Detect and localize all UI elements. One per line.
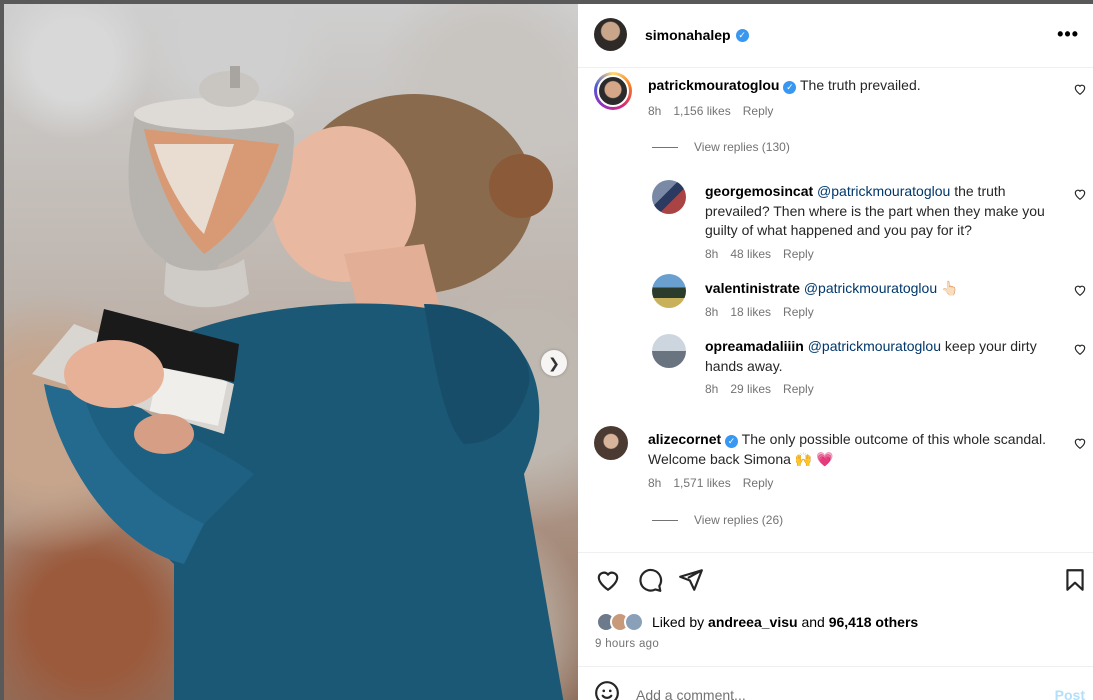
comment-avatar[interactable]	[594, 72, 632, 110]
comment-mention[interactable]: @patrickmouratoglou	[804, 280, 937, 296]
liker-avatars[interactable]	[596, 612, 644, 632]
post-modal: ❯ simonahalep ✓ ••• patrickmouratoglou ✓…	[4, 4, 1093, 700]
reply-button[interactable]: Reply	[783, 305, 814, 319]
chevron-right-icon: ❯	[548, 354, 560, 371]
post-timestamp[interactable]: 9 hours ago	[595, 638, 659, 650]
like-comment-heart-icon[interactable]	[1073, 436, 1087, 450]
comment-meta: 8h 1,156 likes Reply	[648, 104, 773, 118]
post-header: simonahalep ✓ •••	[578, 4, 1093, 68]
comment-meta: 8h 29 likes Reply	[705, 382, 814, 396]
author-username[interactable]: simonahalep ✓	[645, 27, 749, 43]
comment-meta: 8h 48 likes Reply	[705, 247, 814, 261]
comment-item: opreamadaliiin @patrickmouratoglou keep …	[705, 337, 1065, 376]
view-replies-label: View replies (130)	[694, 140, 790, 154]
emoji-smiley-icon[interactable]	[594, 680, 620, 700]
comment-item: valentinistrate @patrickmouratoglou 👆🏻	[705, 279, 1065, 299]
author-avatar[interactable]	[594, 18, 627, 51]
comment-text: The truth prevailed.	[800, 77, 921, 93]
comment-input[interactable]: Add a comment...	[636, 687, 746, 700]
comment-bubble-icon[interactable]	[637, 567, 663, 593]
save-bookmark-icon[interactable]	[1062, 567, 1088, 593]
comment-item: alizecornet ✓ The only possible outcome …	[648, 430, 1068, 469]
comment-text: 👆🏻	[937, 280, 959, 296]
liked-by-and: and	[801, 614, 825, 630]
comment-username[interactable]: georgemosincat	[705, 183, 813, 199]
comment-likes[interactable]: 29 likes	[730, 382, 771, 396]
liked-by-others[interactable]: 96,418 others	[829, 614, 919, 630]
comment-username[interactable]: patrickmouratoglou	[648, 77, 779, 93]
comment-username[interactable]: opreamadaliiin	[705, 338, 804, 354]
view-replies-button[interactable]: View replies (26)	[652, 513, 783, 527]
comment-avatar[interactable]	[652, 334, 686, 368]
comment-avatar[interactable]	[652, 180, 686, 214]
photo-illustration	[32, 66, 564, 700]
comment-meta: 8h 1,571 likes Reply	[648, 476, 773, 490]
like-heart-icon[interactable]	[595, 567, 621, 593]
comment-time[interactable]: 8h	[648, 104, 661, 118]
comment-time[interactable]: 8h	[705, 247, 718, 261]
comment-likes[interactable]: 1,571 likes	[673, 476, 730, 490]
reply-button[interactable]: Reply	[783, 247, 814, 261]
liked-by-user[interactable]: andreea_visu	[708, 614, 798, 630]
comment-likes[interactable]: 48 likes	[730, 247, 771, 261]
like-comment-heart-icon[interactable]	[1073, 342, 1087, 356]
comment-avatar[interactable]	[594, 426, 628, 460]
reply-button[interactable]: Reply	[743, 476, 774, 490]
reply-button[interactable]: Reply	[743, 104, 774, 118]
verified-badge-icon: ✓	[735, 28, 749, 42]
comment-username[interactable]: alizecornet	[648, 431, 721, 447]
liked-by: Liked by andreea_visu and 96,418 others	[596, 612, 918, 632]
author-name[interactable]: simonahalep	[645, 27, 731, 43]
replies-line	[652, 519, 678, 521]
reply-button[interactable]: Reply	[783, 382, 814, 396]
liker-avatar	[624, 612, 644, 632]
replies-line	[652, 146, 678, 148]
verified-badge-icon: ✓	[783, 81, 797, 94]
comment-item: patrickmouratoglou ✓ The truth prevailed…	[648, 76, 1058, 96]
comment-username[interactable]: valentinistrate	[705, 280, 800, 296]
post-photo[interactable]: ❯	[4, 4, 578, 700]
liked-by-prefix: Liked by	[652, 614, 705, 630]
view-replies-label: View replies (26)	[694, 513, 784, 527]
comment-meta: 8h 18 likes Reply	[705, 305, 814, 319]
comment-avatar[interactable]	[652, 274, 686, 308]
share-paper-plane-icon[interactable]	[678, 567, 704, 593]
comment-mention[interactable]: @patrickmouratoglou	[808, 338, 941, 354]
more-options-icon[interactable]: •••	[1057, 24, 1079, 45]
comment-likes[interactable]: 1,156 likes	[673, 104, 730, 118]
comment-mention[interactable]: @patrickmouratoglou	[817, 183, 950, 199]
comment-time[interactable]: 8h	[705, 382, 718, 396]
post-comment-button[interactable]: Post	[1055, 687, 1085, 700]
like-comment-heart-icon[interactable]	[1073, 283, 1087, 297]
like-comment-heart-icon[interactable]	[1073, 82, 1087, 96]
divider	[578, 552, 1093, 553]
comment-likes[interactable]: 18 likes	[730, 305, 771, 319]
comment-item: georgemosincat @patrickmouratoglou the t…	[705, 182, 1065, 241]
like-comment-heart-icon[interactable]	[1073, 187, 1087, 201]
comment-time[interactable]: 8h	[648, 476, 661, 490]
post-side-panel: simonahalep ✓ ••• patrickmouratoglou ✓ T…	[578, 4, 1093, 700]
next-photo-button[interactable]: ❯	[541, 350, 567, 376]
view-replies-button[interactable]: View replies (130)	[652, 140, 790, 154]
verified-badge-icon: ✓	[725, 435, 739, 448]
comment-time[interactable]: 8h	[705, 305, 718, 319]
divider	[578, 666, 1093, 667]
